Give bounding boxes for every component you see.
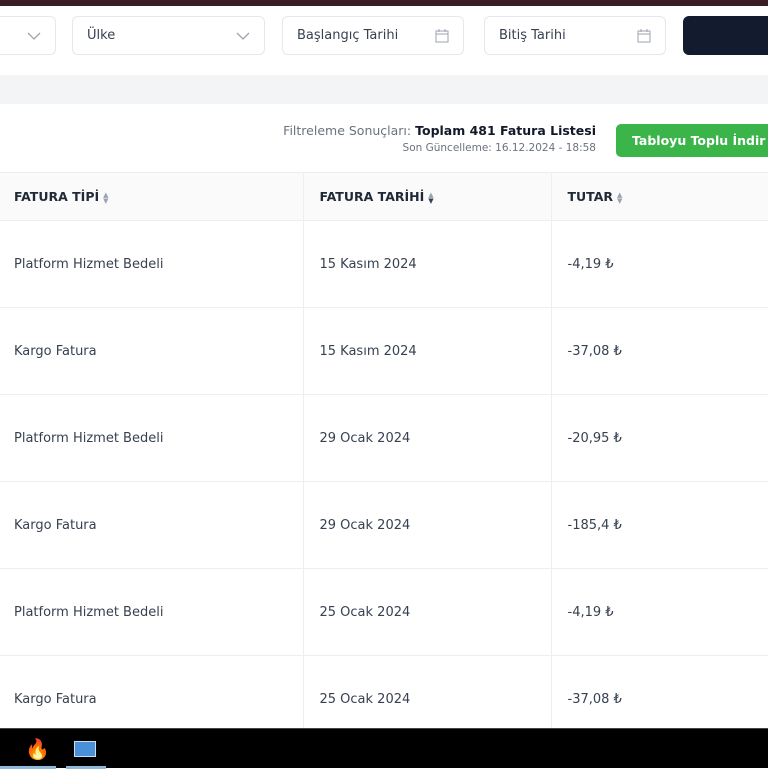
country-select[interactable]: Ülke bbox=[72, 16, 265, 55]
download-all-button[interactable]: Tabloyu Toplu İndir bbox=[616, 124, 768, 157]
results-summary: Filtreleme Sonuçları: Toplam 481 Fatura … bbox=[283, 123, 596, 154]
cell-invoice-type: Platform Hizmet Bedeli bbox=[0, 220, 303, 308]
sort-icon[interactable]: ▲ ▼ bbox=[103, 191, 108, 204]
header-invoice-date[interactable]: FATURA TARİHİ ▲ ▼ bbox=[302, 172, 551, 221]
cell-invoice-date: 25 Ocak 2024 bbox=[302, 568, 551, 656]
taskbar: 🔥 bbox=[0, 728, 768, 769]
cell-amount: -37,08 ₺ bbox=[550, 307, 768, 395]
end-date-input[interactable]: Bitiş Tarihi bbox=[484, 16, 666, 55]
cell-invoice-date: 15 Kasım 2024 bbox=[302, 220, 551, 308]
invoice-table: FATURA TİPİ ▲ ▼ FATURA TARİHİ ▲ ▼ TUTAR ▲ ▼ Pl… bbox=[0, 172, 768, 743]
table-row[interactable]: Platform Hizmet Bedeli 25 Ocak 2024 -4,19 … bbox=[0, 568, 768, 656]
chevron-down-icon bbox=[236, 32, 250, 40]
sort-icon[interactable]: ▲ ▼ bbox=[428, 191, 433, 204]
start-date-placeholder: Başlangıç Tarihi bbox=[297, 28, 399, 43]
header-amount[interactable]: TUTAR ▲ ▼ bbox=[550, 172, 768, 221]
cell-invoice-type: Kargo Fatura bbox=[0, 307, 303, 395]
cell-invoice-date: 29 Ocak 2024 bbox=[302, 481, 551, 569]
cell-invoice-date: 15 Kasım 2024 bbox=[302, 307, 551, 395]
table-row[interactable]: Platform Hizmet Bedeli 29 Ocak 2024 -20,95… bbox=[0, 394, 768, 482]
cell-amount: -4,19 ₺ bbox=[550, 568, 768, 656]
table-row[interactable]: Platform Hizmet Bedeli 15 Kasım 2024 -4,19… bbox=[0, 220, 768, 308]
last-updated: Son Güncelleme: 16.12.2024 - 18:58 bbox=[402, 142, 596, 154]
start-date-input[interactable]: Başlangıç Tarihi bbox=[282, 16, 464, 55]
header-invoice-type[interactable]: FATURA TİPİ ▲ ▼ bbox=[0, 172, 303, 221]
cell-invoice-type: Platform Hizmet Bedeli bbox=[0, 394, 303, 482]
cell-invoice-type: Kargo Fatura bbox=[0, 481, 303, 569]
end-date-placeholder: Bitiş Tarihi bbox=[499, 28, 566, 43]
table-row[interactable]: Kargo Fatura 15 Kasım 2024 -37,08 ₺ bbox=[0, 307, 768, 395]
summary-total: Toplam 481 Fatura Listesi bbox=[415, 123, 596, 138]
window-app-icon[interactable] bbox=[74, 741, 96, 757]
summary-label: Filtreleme Sonuçları: bbox=[283, 123, 412, 138]
filter-button[interactable] bbox=[683, 16, 768, 55]
cell-amount: -185,4 ₺ bbox=[550, 481, 768, 569]
calendar-icon bbox=[637, 28, 651, 42]
cell-amount: -20,95 ₺ bbox=[550, 394, 768, 482]
country-select-label: Ülke bbox=[87, 28, 116, 43]
cell-invoice-date: 29 Ocak 2024 bbox=[302, 394, 551, 482]
first-select[interactable] bbox=[0, 16, 56, 55]
table-row[interactable]: Kargo Fatura 29 Ocak 2024 -185,4 ₺ bbox=[0, 481, 768, 569]
cell-invoice-type: Platform Hizmet Bedeli bbox=[0, 568, 303, 656]
chevron-down-icon bbox=[27, 32, 41, 40]
divider-band bbox=[0, 75, 768, 104]
calendar-icon bbox=[435, 28, 449, 42]
sort-icon[interactable]: ▲ ▼ bbox=[617, 191, 622, 204]
flame-app-icon[interactable]: 🔥 bbox=[25, 737, 50, 761]
filter-bar: Ülke Başlangıç Tarihi Bitiş Tarihi bbox=[0, 6, 768, 75]
cell-amount: -4,19 ₺ bbox=[550, 220, 768, 308]
